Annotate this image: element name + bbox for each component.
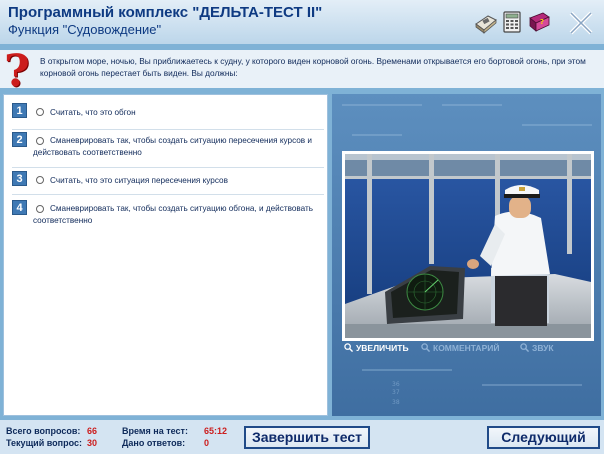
answer-number: 1 bbox=[12, 103, 27, 118]
answer-radio[interactable] bbox=[36, 176, 44, 184]
bridge-photo bbox=[342, 151, 594, 341]
answer-option-4[interactable]: 4 Сманеврировать так, чтобы создать ситу… bbox=[12, 197, 324, 235]
answer-text: Сманеврировать так, чтобы создать ситуац… bbox=[33, 136, 313, 157]
answer-text: Считать, что это обгон bbox=[50, 108, 136, 117]
app-title: Программный комплекс "ДЕЛЬТА-ТЕСТ II" bbox=[8, 4, 323, 21]
answer-text: Считать, что это ситуация пересечения ку… bbox=[50, 176, 228, 185]
answer-radio[interactable] bbox=[36, 108, 44, 116]
header: Программный комплекс "ДЕЛЬТА-ТЕСТ II" Фу… bbox=[0, 0, 604, 44]
test-time-value: 65:12 bbox=[204, 426, 228, 436]
current-question-value: 30 bbox=[87, 438, 98, 448]
answer-number: 3 bbox=[12, 171, 27, 186]
magnifier-icon bbox=[520, 343, 529, 352]
total-questions-label: Всего вопросов: bbox=[6, 426, 81, 436]
comment-button[interactable]: КОММЕНТАРИЙ bbox=[419, 341, 499, 355]
svg-text:?: ? bbox=[540, 18, 544, 26]
sound-button[interactable]: ЗВУК bbox=[518, 341, 554, 355]
magnifier-icon bbox=[421, 343, 430, 352]
calculator-book-icon[interactable] bbox=[474, 10, 498, 34]
calculator-icon[interactable] bbox=[500, 10, 524, 34]
answer-option-3[interactable]: 3 Считать, что это ситуация пересечения … bbox=[12, 168, 324, 195]
question-mark-icon: ? bbox=[4, 46, 30, 97]
answer-option-1[interactable]: 1 Считать, что это обгон bbox=[12, 103, 324, 130]
svg-text:38: 38 bbox=[392, 399, 400, 406]
answer-number: 4 bbox=[12, 200, 27, 215]
sound-label: ЗВУК bbox=[532, 343, 554, 353]
question-text: В открытом море, ночью, Вы приближаетесь… bbox=[40, 56, 586, 78]
answers-panel: 1 Считать, что это обгон 2 Сманеврироват… bbox=[3, 94, 328, 416]
help-book-icon[interactable]: ? bbox=[527, 10, 551, 34]
close-icon[interactable] bbox=[566, 8, 596, 38]
test-time-label: Время на тест: bbox=[122, 426, 188, 436]
magnifier-icon bbox=[344, 343, 353, 352]
current-question-label: Текущий вопрос: bbox=[6, 438, 82, 448]
zoom-label: УВЕЛИЧИТЬ bbox=[356, 343, 409, 353]
comment-label: КОММЕНТАРИЙ bbox=[433, 343, 500, 353]
svg-text:36: 36 bbox=[392, 381, 400, 388]
app-subtitle: Функция "Судовождение" bbox=[8, 22, 162, 37]
answers-given-value: 0 bbox=[204, 438, 210, 448]
app-window: Программный комплекс "ДЕЛЬТА-ТЕСТ II" Фу… bbox=[0, 0, 604, 454]
total-questions-value: 66 bbox=[87, 426, 98, 436]
answers-given-label: Дано ответов: bbox=[122, 438, 186, 448]
svg-text:37: 37 bbox=[392, 389, 400, 396]
finish-test-button[interactable]: Завершить тест bbox=[244, 426, 370, 449]
answer-option-2[interactable]: 2 Сманеврировать так, чтобы создать ситу… bbox=[12, 130, 324, 168]
next-button[interactable]: Следующий bbox=[487, 426, 600, 449]
image-panel: 36 37 38 УВЕЛИЧИТЬ КОММЕНТАРИЙ ЗВУК bbox=[332, 94, 601, 416]
answer-text: Сманеврировать так, чтобы создать ситуац… bbox=[33, 204, 314, 225]
answer-number: 2 bbox=[12, 132, 27, 147]
zoom-button[interactable]: УВЕЛИЧИТЬ bbox=[342, 341, 409, 355]
